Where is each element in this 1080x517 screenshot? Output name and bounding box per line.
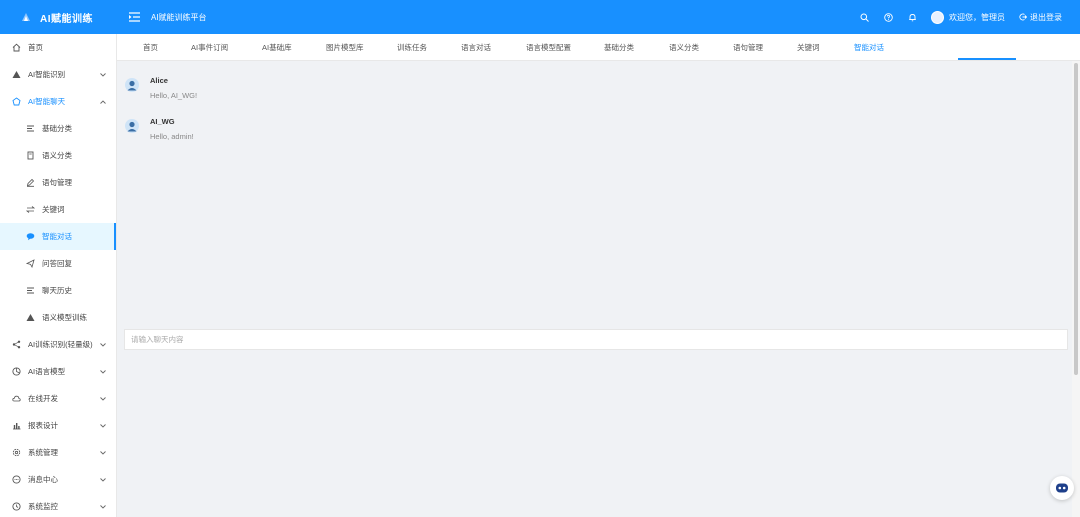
tab-keywords[interactable]: 关键词: [797, 34, 820, 61]
sidebar-item-smart-dialog[interactable]: 智能对话: [0, 223, 116, 250]
tab-ai-event-subscribe[interactable]: AI事件订阅: [191, 34, 228, 61]
sidebar-item-chat-history[interactable]: 聊天历史: [0, 277, 116, 304]
sidebar-item-qa-reply[interactable]: 问答回复: [0, 250, 116, 277]
monitor-icon: [12, 502, 21, 511]
bell-icon[interactable]: [907, 12, 917, 22]
sidebar-item-home[interactable]: 首页: [0, 34, 116, 61]
active-tab-indicator: [958, 58, 1016, 60]
tab-sentence-manage[interactable]: 语句管理: [733, 34, 763, 61]
gear-icon: [12, 448, 21, 457]
sidebar-item-semantic-model-training[interactable]: 语义模型训练: [0, 304, 116, 331]
tab-image-model-library[interactable]: 图片模型库: [326, 34, 364, 61]
logout-icon: [1019, 13, 1027, 21]
sidebar-item-basic-category[interactable]: 基础分类: [0, 115, 116, 142]
chat-input[interactable]: [124, 329, 1068, 350]
brand[interactable]: AI赋能训练: [0, 0, 117, 34]
user-avatar: [125, 78, 139, 92]
search-icon[interactable]: [859, 12, 869, 22]
chevron-down-icon: [99, 71, 106, 78]
chat-panel: Alice Hello, AI_WG! AI_WG Hello, admin!: [117, 61, 1080, 517]
sidebar-item-report-design[interactable]: 报表设计: [0, 412, 116, 439]
tab-language-model-config[interactable]: 语言模型配置: [526, 34, 571, 61]
message-text: Hello, admin!: [150, 132, 194, 141]
home-icon: [12, 43, 21, 52]
page-scrollbar[interactable]: [1072, 61, 1080, 517]
chevron-down-icon: [99, 341, 106, 348]
send-icon: [26, 259, 35, 268]
chat-assistant-button[interactable]: [1050, 476, 1074, 500]
swap-icon: [26, 205, 35, 214]
bar-chart-icon: [12, 421, 21, 430]
list-icon: [26, 124, 35, 133]
sidebar-item-ai-training-lite[interactable]: AI训练识别(轻量级): [0, 331, 116, 358]
message-sender: Alice: [150, 76, 168, 85]
user-menu[interactable]: 欢迎您，管理员: [931, 10, 1005, 24]
sidebar-item-ai-language-model[interactable]: AI语言模型: [0, 358, 116, 385]
model-icon: [12, 367, 21, 376]
logout-button[interactable]: 退出登录: [1019, 12, 1062, 23]
chat-message: Alice Hello, AI_WG!: [125, 76, 197, 100]
chevron-down-icon: [99, 368, 106, 375]
help-icon[interactable]: [883, 12, 893, 22]
sidebar-item-ai-recognition[interactable]: AI智能识别: [0, 61, 116, 88]
document-icon: [26, 151, 35, 160]
warning-triangle-icon: [12, 70, 21, 79]
tab-training-task[interactable]: 训练任务: [397, 34, 427, 61]
chat-bot-icon: [12, 97, 21, 106]
message-text: Hello, AI_WG!: [150, 91, 198, 100]
sidebar-item-sentence-manage[interactable]: 语句管理: [0, 169, 116, 196]
sidebar-item-message-center[interactable]: 消息中心: [0, 466, 116, 493]
chat-message: AI_WG Hello, admin!: [125, 117, 194, 141]
bot-avatar: [125, 119, 139, 133]
sidebar-item-ai-chat[interactable]: AI智能聊天: [0, 88, 116, 115]
tab-language-dialog[interactable]: 语言对话: [461, 34, 491, 61]
tab-home[interactable]: 首页: [143, 34, 158, 61]
tab-ai-base-library[interactable]: AI基础库: [262, 34, 292, 61]
chevron-down-icon: [99, 422, 106, 429]
menu-collapse-icon[interactable]: [127, 10, 141, 24]
message-sender: AI_WG: [150, 117, 175, 126]
edit-icon: [26, 178, 35, 187]
share-icon: [12, 340, 21, 349]
brand-logo-icon: [22, 13, 30, 21]
tab-semantic-category[interactable]: 语义分类: [669, 34, 699, 61]
message-icon: [12, 475, 21, 484]
logout-label: 退出登录: [1030, 12, 1062, 22]
chevron-down-icon: [99, 449, 106, 456]
chat-bubble-icon: [26, 232, 35, 241]
sidebar: 首页 AI智能识别 AI智能聊天 基础分类 语义分类 语句管理 关键词 智能对话…: [0, 34, 117, 517]
chevron-down-icon: [99, 395, 106, 402]
cloud-icon: [12, 394, 21, 403]
list-icon: [26, 286, 35, 295]
triangle-icon: [26, 313, 35, 322]
sidebar-item-semantic-category[interactable]: 语义分类: [0, 142, 116, 169]
chat-messages: Alice Hello, AI_WG! AI_WG Hello, admin!: [117, 61, 1068, 326]
avatar: [931, 10, 944, 24]
tab-bar: 首页 AI事件订阅 AI基础库 图片模型库 训练任务 语言对话 语言模型配置 基…: [117, 34, 1080, 61]
top-header: AI赋能训练 AI赋能训练平台 欢迎您，管理员 退出登录: [0, 0, 1080, 34]
chevron-down-icon: [99, 476, 106, 483]
sidebar-item-system-manage[interactable]: 系统管理: [0, 439, 116, 466]
welcome-text: 欢迎您，管理员: [949, 12, 1005, 22]
sidebar-item-system-monitor[interactable]: 系统监控: [0, 493, 116, 517]
scrollbar-thumb[interactable]: [1074, 63, 1078, 375]
chevron-down-icon: [99, 503, 106, 510]
platform-title: AI赋能训练平台: [151, 12, 207, 22]
sidebar-item-keywords[interactable]: 关键词: [0, 196, 116, 223]
brand-title: AI赋能训练: [40, 13, 93, 25]
sidebar-item-online-dev[interactable]: 在线开发: [0, 385, 116, 412]
tab-basic-category[interactable]: 基础分类: [604, 34, 634, 61]
robot-icon: [1056, 483, 1068, 493]
chevron-up-icon: [99, 98, 106, 105]
tab-smart-dialog[interactable]: 智能对话: [854, 34, 884, 61]
